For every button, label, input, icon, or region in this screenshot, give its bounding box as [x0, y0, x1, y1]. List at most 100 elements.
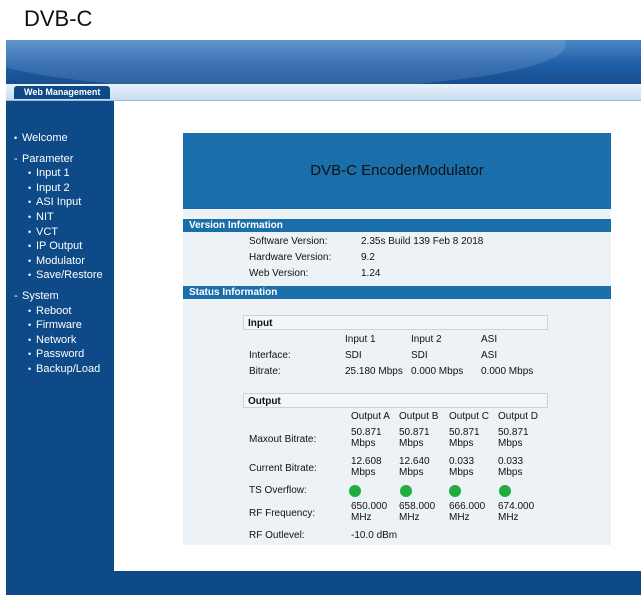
- version-section-header: Version Information: [183, 219, 611, 232]
- sidebar-item-input-2[interactable]: • Input 2: [6, 181, 114, 196]
- bitrate-value: 0.000 Mbps: [481, 366, 534, 377]
- sidebar-item-firmware[interactable]: • Firmware: [6, 318, 114, 333]
- sidebar-item-label: ASI Input: [36, 196, 82, 209]
- input-col-2: Input 2: [411, 334, 442, 345]
- sidebar-item-backup-load[interactable]: • Backup/Load: [6, 362, 114, 377]
- maxout-bitrate-value: 50.871 Mbps: [351, 427, 382, 449]
- sidebar-item-label: Firmware: [36, 319, 82, 332]
- current-bitrate-value: 0.033 Mbps: [498, 456, 524, 478]
- sidebar-item-save-restore[interactable]: • Save/Restore: [6, 268, 114, 283]
- bullet-icon: •: [28, 168, 32, 179]
- hardware-version-label: Hardware Version:: [249, 252, 332, 263]
- tab-bar: Web Management: [6, 84, 641, 101]
- output-subheader: Output: [243, 393, 548, 408]
- ts-overflow-label: TS Overflow:: [249, 485, 307, 496]
- sidebar-item-label: Welcome: [22, 132, 68, 144]
- maxout-bitrate-value: 50.871 Mbps: [498, 427, 529, 449]
- tab-web-management[interactable]: Web Management: [14, 86, 111, 99]
- bitrate-value: 0.000 Mbps: [411, 366, 464, 377]
- maxout-bitrate-value: 50.871 Mbps: [399, 427, 430, 449]
- sidebar-item-label: Save/Restore: [36, 269, 103, 282]
- hardware-version-value: 9.2: [361, 252, 375, 263]
- bullet-icon: •: [28, 241, 32, 252]
- bullet-icon: •: [14, 133, 18, 143]
- overflow-status-indicator: [499, 485, 511, 497]
- sidebar-item-welcome[interactable]: • Welcome: [6, 131, 114, 146]
- interface-label: Interface:: [249, 350, 291, 361]
- sidebar-item-label: Reboot: [36, 304, 72, 317]
- rf-frequency-value: 650.000 MHz: [351, 501, 388, 523]
- input-subheader: Input: [243, 315, 548, 330]
- sidebar-item-label: Input 2: [36, 181, 70, 194]
- sidebar-item-label: NIT: [36, 210, 54, 223]
- output-col-b: Output B: [399, 411, 439, 422]
- dash-icon: -: [14, 289, 18, 302]
- bullet-icon: •: [28, 182, 32, 193]
- footer-bar: [6, 571, 641, 595]
- sidebar-item-label: VCT: [36, 225, 58, 238]
- rf-frequency-value: 658.000 MHz: [399, 501, 436, 523]
- bullet-icon: •: [28, 334, 32, 345]
- dash-icon: -: [14, 152, 18, 165]
- bullet-icon: •: [28, 349, 32, 360]
- software-version-value: 2.35s Build 139 Feb 8 2018: [361, 236, 484, 247]
- output-col-d: Output D: [498, 411, 539, 422]
- sidebar-item-password[interactable]: • Password: [6, 347, 114, 362]
- input-col-asi: ASI: [481, 334, 498, 345]
- sidebar-item-label: Modulator: [36, 254, 85, 267]
- sidebar-nav: • Welcome - Parameter • Input 1 • Input 2 • ASI I…: [6, 131, 114, 377]
- interface-value: ASI: [481, 350, 498, 361]
- overflow-status-indicator: [400, 485, 412, 497]
- bullet-icon: •: [28, 255, 32, 266]
- sidebar-item-label: Network: [36, 333, 77, 346]
- current-bitrate-value: 0.033 Mbps: [449, 456, 475, 478]
- rf-outlevel-value: -10.0 dBm: [351, 530, 398, 541]
- software-version-label: Software Version:: [249, 236, 328, 247]
- interface-value: SDI: [345, 350, 362, 361]
- output-col-a: Output A: [351, 411, 390, 422]
- current-bitrate-label: Current Bitrate:: [249, 463, 317, 474]
- sidebar-item-reboot[interactable]: • Reboot: [6, 304, 114, 319]
- sidebar-item-system[interactable]: - System: [6, 289, 114, 304]
- sidebar-item-label: Input 1: [36, 167, 70, 180]
- sidebar-item-label: Parameter: [22, 152, 74, 165]
- bullet-icon: •: [28, 211, 32, 222]
- bullet-icon: •: [28, 270, 32, 281]
- rf-frequency-value: 666.000 MHz: [449, 501, 486, 523]
- sidebar-item-asi-input[interactable]: • ASI Input: [6, 195, 114, 210]
- overflow-status-indicator: [449, 485, 461, 497]
- interface-value: SDI: [411, 350, 428, 361]
- bullet-icon: •: [28, 197, 32, 208]
- maxout-bitrate-value: 50.871 Mbps: [449, 427, 480, 449]
- sidebar-item-label: Password: [36, 348, 85, 361]
- bitrate-value: 25.180 Mbps: [345, 366, 403, 377]
- sidebar-item-modulator[interactable]: • Modulator: [6, 254, 114, 269]
- sidebar-item-parameter[interactable]: - Parameter: [6, 152, 114, 167]
- web-version-value: 1.24: [361, 268, 381, 279]
- sidebar-item-input-1[interactable]: • Input 1: [6, 166, 114, 181]
- rf-frequency-label: RF Frequency:: [249, 508, 316, 519]
- main-content: DVB-C EncoderModulator Version Informati…: [183, 133, 611, 545]
- header-banner: [6, 40, 641, 84]
- current-bitrate-value: 12.608 Mbps: [351, 456, 382, 478]
- rf-frequency-value: 674.000 MHz: [498, 501, 535, 523]
- sidebar-item-network[interactable]: • Network: [6, 333, 114, 348]
- web-version-label: Web Version:: [249, 268, 309, 279]
- page-title: DVB-C EncoderModulator: [183, 133, 611, 209]
- overflow-status-indicator: [349, 485, 361, 497]
- output-col-c: Output C: [449, 411, 490, 422]
- bitrate-label: Bitrate:: [249, 366, 281, 377]
- sidebar-item-nit[interactable]: • NIT: [6, 210, 114, 225]
- sidebar-item-ip-output[interactable]: • IP Output: [6, 239, 114, 254]
- rf-outlevel-label: RF Outlevel:: [249, 530, 305, 541]
- current-bitrate-value: 12.640 Mbps: [399, 456, 430, 478]
- sidebar-item-label: System: [22, 289, 59, 302]
- bullet-icon: •: [28, 226, 32, 237]
- sidebar-item-label: IP Output: [36, 240, 83, 253]
- bullet-icon: •: [28, 320, 32, 331]
- maxout-bitrate-label: Maxout Bitrate:: [249, 434, 317, 445]
- status-section-header: Status Information: [183, 286, 611, 299]
- sidebar-item-vct[interactable]: • VCT: [6, 225, 114, 240]
- sidebar-item-label: Backup/Load: [36, 362, 101, 375]
- bullet-icon: •: [28, 305, 32, 316]
